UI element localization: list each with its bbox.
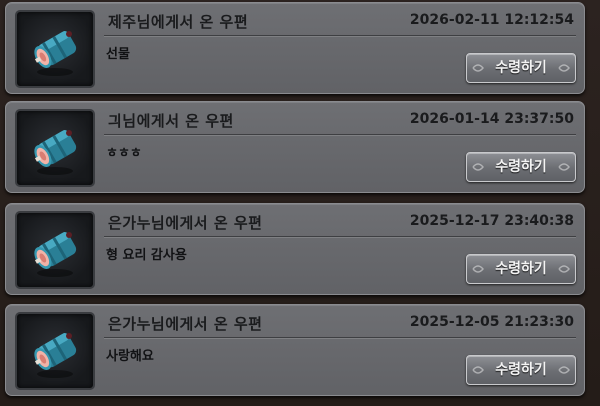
sender-title: 제주님에게서 온 우편 xyxy=(108,13,249,31)
receive-button-label: 수령하기 xyxy=(495,159,547,175)
swirl-icon xyxy=(558,64,570,72)
swirl-icon xyxy=(472,265,484,273)
receive-button-label: 수령하기 xyxy=(495,261,547,277)
mail-message: 선물 xyxy=(106,47,130,62)
swirl-icon xyxy=(472,366,484,374)
mail-list: 제주님에게서 온 우편 2026-02-11 12:12:54 선물 수령하기 xyxy=(0,0,600,406)
mail-date: 2025-12-17 23:40:38 xyxy=(409,213,574,229)
mail-item[interactable]: 은가누님에게서 온 우편 2025-12-17 23:40:38 형 요리 감사… xyxy=(5,203,585,295)
divider xyxy=(104,337,576,338)
swirl-icon xyxy=(558,163,570,171)
receive-button[interactable]: 수령하기 xyxy=(466,152,576,182)
receive-button[interactable]: 수령하기 xyxy=(466,355,576,385)
mail-date: 2026-01-14 23:37:50 xyxy=(409,111,574,127)
mail-item[interactable]: 긔님에게서 온 우편 2026-01-14 23:37:50 ㅎㅎㅎ 수령하기 xyxy=(5,101,585,193)
item-slot[interactable] xyxy=(15,10,95,88)
swirl-icon xyxy=(472,163,484,171)
cake-roll-icon xyxy=(34,333,77,378)
cake-roll-icon xyxy=(34,130,77,175)
mail-item[interactable]: 제주님에게서 온 우편 2026-02-11 12:12:54 선물 수령하기 xyxy=(5,2,585,94)
cake-roll-icon xyxy=(34,31,77,76)
divider xyxy=(104,236,576,237)
item-slot[interactable] xyxy=(15,109,95,187)
swirl-icon xyxy=(472,64,484,72)
receive-button-label: 수령하기 xyxy=(495,362,547,378)
divider xyxy=(104,134,576,135)
divider xyxy=(104,35,576,36)
mail-message: ㅎㅎㅎ xyxy=(106,146,142,161)
item-slot[interactable] xyxy=(15,312,95,390)
mail-date: 2025-12-05 21:23:30 xyxy=(409,314,574,330)
receive-button[interactable]: 수령하기 xyxy=(466,53,576,83)
mail-item[interactable]: 은가누님에게서 온 우편 2025-12-05 21:23:30 사랑해요 수령… xyxy=(5,304,585,396)
item-slot[interactable] xyxy=(15,211,95,289)
mail-message: 형 요리 감사용 xyxy=(106,248,187,263)
cake-roll-icon xyxy=(34,232,77,277)
sender-title: 은가누님에게서 온 우편 xyxy=(108,214,263,232)
sender-title: 은가누님에게서 온 우편 xyxy=(108,315,263,333)
swirl-icon xyxy=(558,366,570,374)
receive-button[interactable]: 수령하기 xyxy=(466,254,576,284)
mail-message: 사랑해요 xyxy=(106,349,154,364)
swirl-icon xyxy=(558,265,570,273)
mail-date: 2026-02-11 12:12:54 xyxy=(409,12,574,28)
receive-button-label: 수령하기 xyxy=(495,60,547,76)
sender-title: 긔님에게서 온 우편 xyxy=(108,112,234,130)
